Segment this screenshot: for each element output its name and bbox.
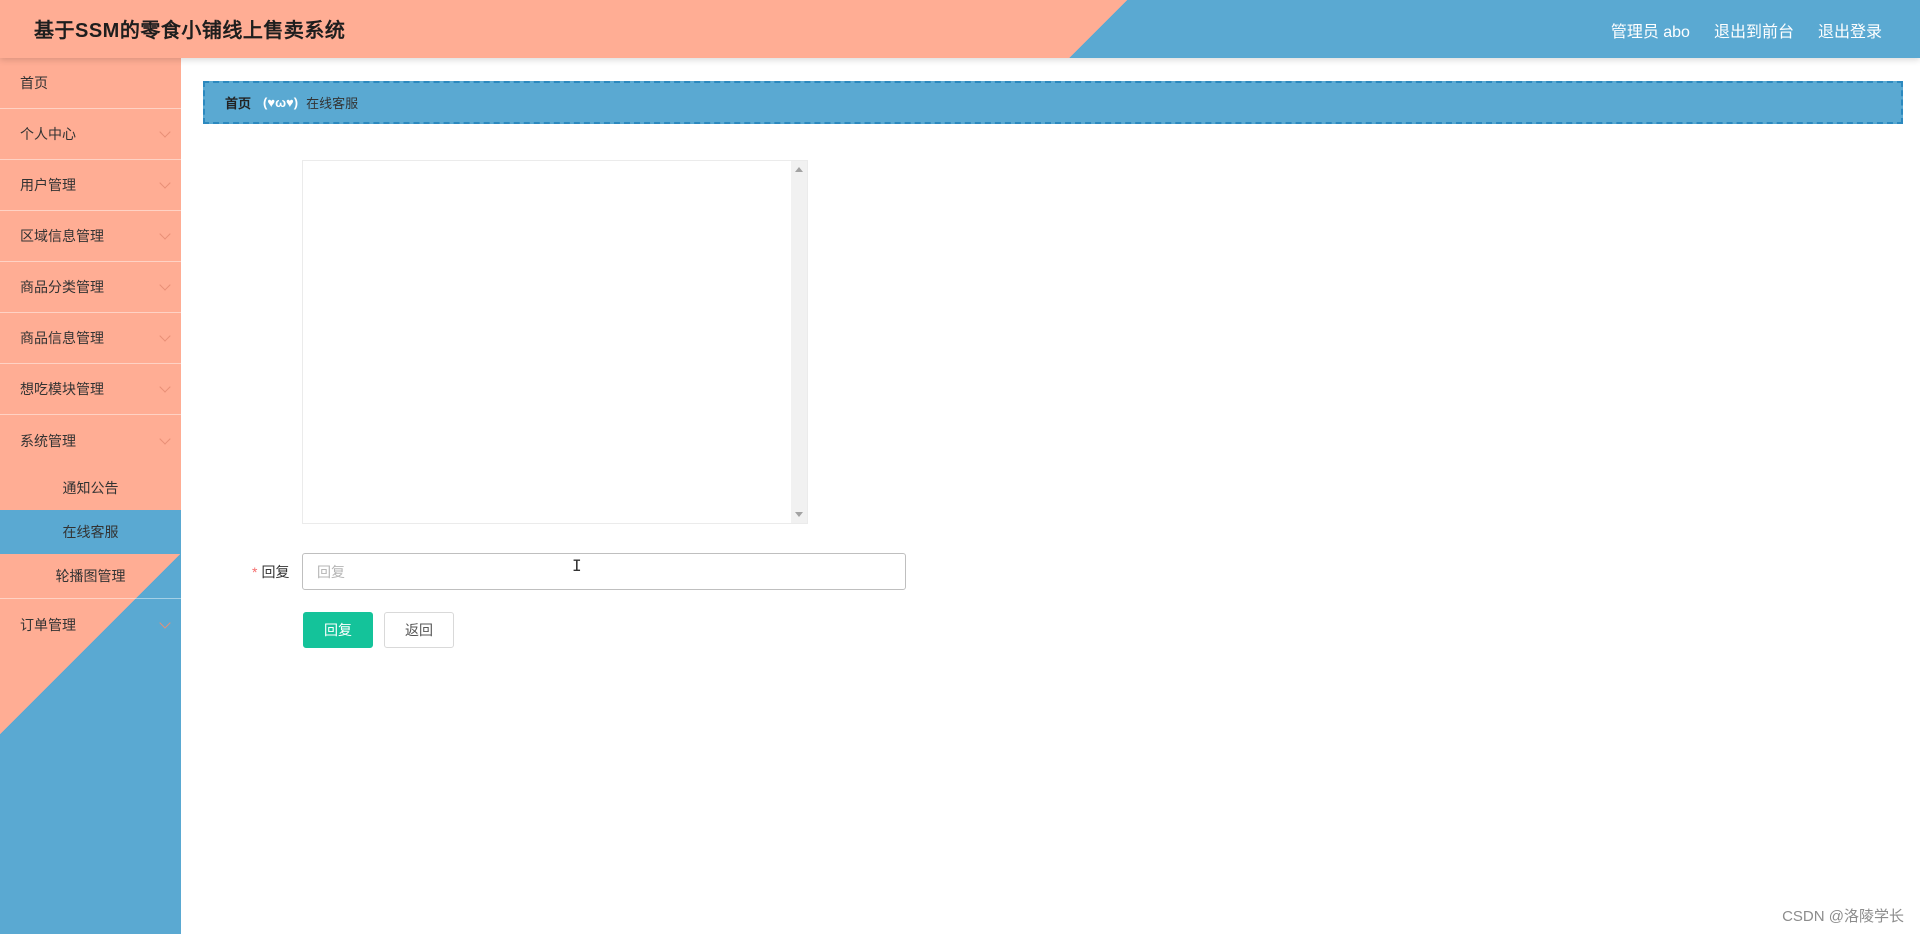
sidebar-item-label: 系统管理 [20,432,76,449]
reply-input[interactable] [302,553,906,590]
sidebar-item-want-to-eat[interactable]: 想吃模块管理 [0,364,181,415]
sidebar-item-label: 商品信息管理 [20,330,104,346]
sidebar: 首页 个人中心 用户管理 区域信息管理 商品分类管理 商品信息管理 想吃模块管理… [0,58,181,934]
top-header: 基于SSM的零食小铺线上售卖系统 管理员 abo 退出到前台 退出登录 [0,0,1920,58]
breadcrumb-home[interactable]: 首页 [225,93,251,112]
chevron-down-icon [159,330,171,342]
sidebar-item-home[interactable]: 首页 [0,58,181,109]
sidebar-item-label: 商品分类管理 [20,279,104,295]
sidebar-item-label: 订单管理 [20,616,76,633]
sidebar-item-label: 首页 [20,75,48,91]
admin-user-label[interactable]: 管理员 abo [1611,18,1690,42]
sidebar-item-personal-center[interactable]: 个人中心 [0,109,181,160]
sidebar-subitem-label: 在线客服 [62,524,119,540]
sidebar-item-system-management[interactable]: 系统管理 [0,415,181,466]
breadcrumb-separator: (♥ω♥) [263,95,299,110]
chevron-down-icon [159,381,171,393]
chat-message-area[interactable] [302,160,808,524]
header-nav: 管理员 abo 退出到前台 退出登录 [1611,18,1882,42]
back-button[interactable]: 返回 [384,612,454,648]
logout-link[interactable]: 退出登录 [1818,18,1882,42]
sidebar-item-order-management[interactable]: 订单管理 [0,599,181,650]
exit-to-front-link[interactable]: 退出到前台 [1714,18,1794,42]
chevron-down-icon [159,616,171,629]
breadcrumb: 首页 (♥ω♥) 在线客服 [203,81,1903,124]
reply-label-text: 回复 [261,564,290,580]
app-title: 基于SSM的零食小铺线上售卖系统 [34,20,346,42]
sidebar-subitem-label: 轮播图管理 [55,568,126,584]
scroll-down-arrow-icon[interactable] [795,512,803,517]
sidebar-item-product-category[interactable]: 商品分类管理 [0,262,181,313]
scroll-up-arrow-icon[interactable] [795,167,803,172]
sidebar-subitem-online-service[interactable]: 在线客服 [0,510,181,554]
chat-scrollbar[interactable] [791,161,807,523]
chevron-up-icon [159,432,171,445]
sidebar-subitem-carousel[interactable]: 轮播图管理 [0,554,181,599]
watermark: CSDN @洛陵学长 [1782,908,1904,925]
sidebar-subitem-label: 通知公告 [62,480,119,496]
text-cursor-icon: I [572,556,582,575]
chevron-down-icon [159,279,171,291]
chevron-down-icon [159,228,171,240]
reply-submit-button[interactable]: 回复 [303,612,373,648]
sidebar-item-product-info[interactable]: 商品信息管理 [0,313,181,364]
required-asterisk: * [252,564,258,580]
reply-field-label: * 回复 [252,562,289,582]
sidebar-item-user-management[interactable]: 用户管理 [0,160,181,211]
chevron-down-icon [159,177,171,189]
chevron-down-icon [159,126,171,138]
breadcrumb-current: 在线客服 [306,96,359,111]
sidebar-item-label: 区域信息管理 [20,228,104,244]
sidebar-item-region-info[interactable]: 区域信息管理 [0,211,181,262]
sidebar-item-label: 想吃模块管理 [20,381,104,397]
sidebar-item-label: 用户管理 [20,177,76,193]
sidebar-item-label: 个人中心 [20,126,76,142]
sidebar-subitem-notice[interactable]: 通知公告 [0,466,181,510]
